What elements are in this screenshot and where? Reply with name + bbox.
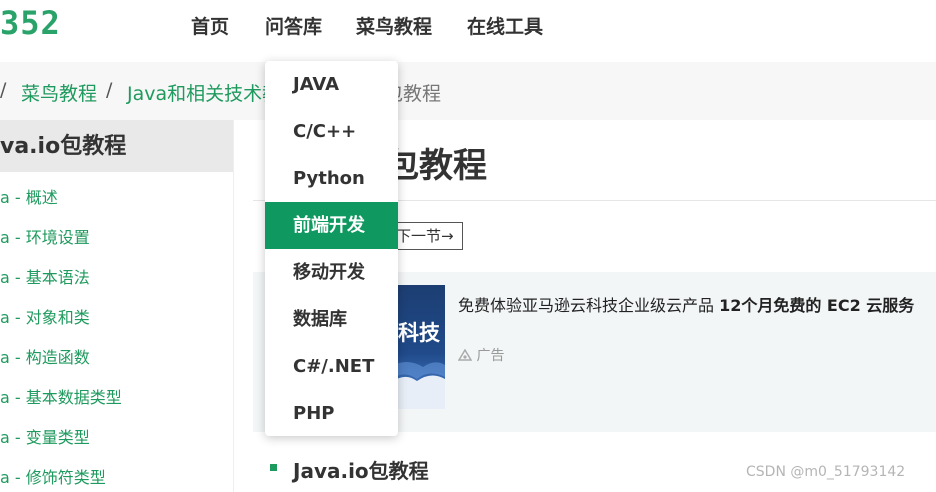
sidebar-item-environment[interactable]: a - 环境设置 bbox=[0, 224, 90, 248]
ad-headline-text: 免费体验亚马逊云科技企业级云产品 bbox=[458, 296, 720, 315]
breadcrumb: / 菜鸟教程 / Java和相关技术教 包教程 bbox=[0, 62, 936, 120]
ad-headline[interactable]: 免费体验亚马逊云科技企业级云产品 12个月免费的 EC2 云服务 bbox=[458, 292, 914, 316]
sidebar-item-data-types[interactable]: a - 基本数据类型 bbox=[0, 384, 122, 408]
toc-bullet bbox=[270, 464, 277, 471]
sidebar-item-constructors[interactable]: a - 构造函数 bbox=[0, 344, 90, 368]
site-header: 352 首页 问答库 菜鸟教程 在线工具 bbox=[0, 0, 936, 62]
breadcrumb-runoob[interactable]: 菜鸟教程 bbox=[21, 79, 97, 106]
dropdown-item-python[interactable]: Python bbox=[265, 155, 398, 202]
sidebar-item-objects-classes[interactable]: a - 对象和类 bbox=[0, 304, 90, 328]
nav-runoob-tutorials[interactable]: 菜鸟教程 bbox=[356, 12, 432, 39]
breadcrumb-separator: / bbox=[106, 79, 113, 101]
nav-qa-library[interactable]: 问答库 bbox=[265, 12, 322, 39]
sidebar: va.io包教程 a - 概述 a - 环境设置 a - 基本语法 a - 对象… bbox=[0, 120, 234, 492]
sidebar-item-overview[interactable]: a - 概述 bbox=[0, 184, 58, 208]
ad-label[interactable]: 广告 bbox=[457, 345, 505, 365]
nav-online-tools[interactable]: 在线工具 bbox=[467, 12, 543, 39]
dropdown-item-database[interactable]: 数据库 bbox=[265, 296, 398, 343]
dropdown-item-c-cpp[interactable]: C/C++ bbox=[265, 108, 398, 155]
dropdown-item-frontend[interactable]: 前端开发 bbox=[265, 202, 398, 249]
ad-choices-icon bbox=[457, 348, 473, 361]
ad-headline-bold: 12个月免费的 EC2 云服务 bbox=[719, 296, 915, 315]
breadcrumb-java-related[interactable]: Java和相关技术教 bbox=[127, 79, 281, 106]
nav-home[interactable]: 首页 bbox=[191, 12, 229, 39]
watermark: CSDN @m0_51793142 bbox=[746, 464, 906, 480]
breadcrumb-separator: / bbox=[0, 79, 7, 101]
dropdown-item-mobile[interactable]: 移动开发 bbox=[265, 249, 398, 296]
sidebar-item-modifier-types[interactable]: a - 修饰符类型 bbox=[0, 464, 106, 488]
tutorials-dropdown-menu: JAVA C/C++ Python 前端开发 移动开发 数据库 C#/.NET … bbox=[265, 61, 398, 436]
toc-item[interactable]: Java.io包教程 bbox=[293, 455, 429, 484]
dropdown-item-csharp-dotnet[interactable]: C#/.NET bbox=[265, 343, 398, 390]
sidebar-item-variable-types[interactable]: a - 变量类型 bbox=[0, 424, 90, 448]
dropdown-item-php[interactable]: PHP bbox=[265, 390, 398, 437]
dropdown-item-java[interactable]: JAVA bbox=[265, 61, 398, 108]
sidebar-item-basic-syntax[interactable]: a - 基本语法 bbox=[0, 264, 90, 288]
site-logo[interactable]: 352 bbox=[0, 4, 61, 42]
sidebar-title: va.io包教程 bbox=[0, 120, 233, 172]
ad-label-text: 广告 bbox=[476, 348, 505, 364]
page-title: 包教程 bbox=[385, 146, 487, 186]
ad-image-text: 科技 bbox=[398, 321, 440, 345]
